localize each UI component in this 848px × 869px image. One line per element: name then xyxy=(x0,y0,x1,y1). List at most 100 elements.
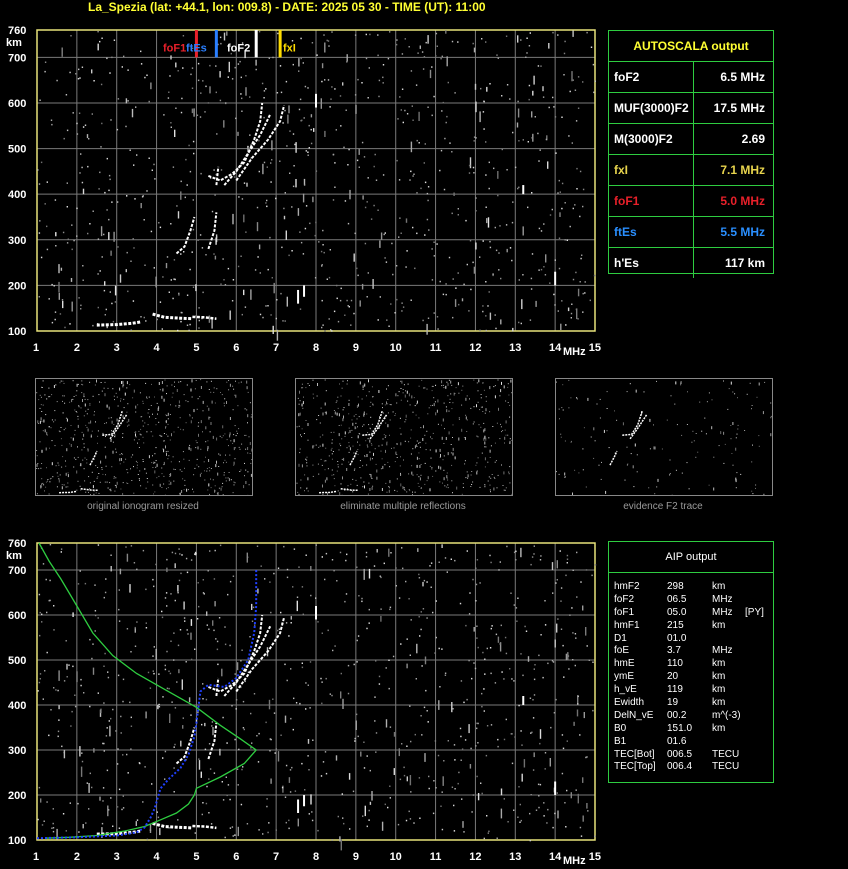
aip-value: 110 xyxy=(667,658,683,670)
x-tick-label: 2 xyxy=(74,342,80,354)
autoscala-row: M(3000)F2 2.69 xyxy=(609,124,773,155)
aip-value: 19 xyxy=(667,697,679,709)
computed-trace xyxy=(36,570,258,840)
aip-value: 01.0 xyxy=(667,632,687,644)
x-tick-label: 5 xyxy=(193,851,199,863)
x-tick-label: 1 xyxy=(33,851,39,863)
aip-row: Ewidth 19 km xyxy=(609,697,773,710)
caption-evidence: evidence F2 trace xyxy=(623,501,703,512)
y-tick-label: 200 xyxy=(8,280,26,292)
aip-flag: [PY] xyxy=(745,606,764,618)
x-tick-label: 14 xyxy=(549,851,562,863)
y-tick-label: 100 xyxy=(8,835,26,847)
aip-row: ymE 20 km xyxy=(609,671,773,684)
autoscala-panel: AUTOSCALA output foF2 6.5 MHz MUF(3000)F2 1… xyxy=(608,30,774,278)
aip-row: B1 01.6 xyxy=(609,736,773,749)
aip-param: DelN_vE xyxy=(614,709,654,721)
thumb-echoes xyxy=(296,379,513,497)
aip-row: D1 01.0 xyxy=(609,633,773,646)
thumb-echoes xyxy=(556,379,772,496)
aip-unit: km xyxy=(712,722,726,734)
aip-row: B0 151.0 km xyxy=(609,723,773,736)
y-tick-label: 400 xyxy=(8,189,26,201)
marker-label: foF2 xyxy=(227,42,250,54)
x-tick-label: 13 xyxy=(509,342,521,354)
marker-label: foF1 xyxy=(163,42,186,54)
aip-param: foF1 xyxy=(614,606,635,618)
aip-value: 20 xyxy=(667,671,679,683)
x-unit-label: MHz xyxy=(563,346,586,356)
aip-row: foF1 05.0 MHz [PY] xyxy=(609,607,773,620)
x-tick-label: 15 xyxy=(589,851,601,863)
echo-traces xyxy=(96,606,557,836)
autoscala-row: foF1 5.0 MHz xyxy=(609,186,773,217)
autoscala-value: 2.69 xyxy=(741,132,765,146)
autoscala-label: foF2 xyxy=(614,70,640,84)
aip-unit: MHz xyxy=(712,645,733,657)
aip-unit: km xyxy=(712,684,726,696)
aip-unit: MHz xyxy=(712,593,733,605)
autoscala-value: 5.0 MHz xyxy=(720,194,765,208)
autoscala-label: h'Es xyxy=(614,256,639,270)
y-tick-label: 700 xyxy=(8,52,26,64)
aip-param: TEC[Bot] xyxy=(614,748,655,760)
echo-traces xyxy=(96,93,557,327)
thumb-eliminate xyxy=(295,378,513,497)
autoscala-row: foF2 6.5 MHz xyxy=(609,62,773,93)
aip-unit: km xyxy=(712,658,726,670)
x-tick-label: 9 xyxy=(353,851,359,863)
autoscala-label: ftEs xyxy=(614,225,637,239)
x-tick-label: 6 xyxy=(233,342,239,354)
aip-unit: km xyxy=(712,697,726,709)
autoscala-label: M(3000)F2 xyxy=(614,132,673,146)
autoscala-label: MUF(3000)F2 xyxy=(614,101,689,115)
aip-row: TEC[Top] 006.4 TECU xyxy=(609,761,773,774)
aip-param: foE xyxy=(614,645,630,657)
aip-param: B0 xyxy=(614,722,627,734)
x-tick-label: 11 xyxy=(430,851,442,863)
aip-row: TEC[Bot] 006.5 TECU xyxy=(609,749,773,762)
autoscala-value: 17.5 MHz xyxy=(713,101,765,115)
aip-row: DelN_vE 00.2 m^(-3) xyxy=(609,710,773,723)
y-tick-label: 700 xyxy=(8,565,26,577)
autoscala-row: ftEs 5.5 MHz xyxy=(609,217,773,248)
aip-param: hmF1 xyxy=(614,619,640,631)
x-tick-label: 3 xyxy=(114,342,120,354)
x-tick-label: 11 xyxy=(430,342,442,354)
aip-param: foF2 xyxy=(614,593,635,605)
y-tick-label: 600 xyxy=(8,98,26,110)
y-tick-label: 100 xyxy=(8,326,26,338)
aip-param: hmF2 xyxy=(614,581,640,592)
aip-row: hmF2 298 km xyxy=(609,581,773,594)
x-unit-label: MHz xyxy=(563,855,586,867)
aip-unit: m^(-3) xyxy=(712,709,741,721)
aip-unit: TECU xyxy=(712,748,740,760)
aip-param: TEC[Top] xyxy=(614,761,656,773)
aip-value: 215 xyxy=(667,619,684,631)
noise-echoes xyxy=(37,543,597,851)
y-tick-label: 600 xyxy=(8,610,26,622)
autoscala-value: 5.5 MHz xyxy=(720,225,765,239)
x-tick-label: 12 xyxy=(469,342,481,354)
marker-label: ftEs xyxy=(186,42,207,54)
aip-param: B1 xyxy=(614,735,627,747)
x-tick-label: 3 xyxy=(114,851,120,863)
caption-eliminate: eliminate multiple reflections xyxy=(340,501,466,512)
x-tick-label: 4 xyxy=(154,342,161,354)
y-tick-label: 300 xyxy=(8,235,26,247)
header-title: La_Spezia (lat: +44.1, lon: 009.8) - DAT… xyxy=(88,0,486,14)
thumb-echoes xyxy=(36,379,253,496)
aip-value: 119 xyxy=(667,684,683,696)
aip-value: 06.5 xyxy=(667,593,687,605)
x-tick-label: 8 xyxy=(313,851,319,863)
x-tick-label: 1 xyxy=(33,342,39,354)
aip-row: foF2 06.5 MHz xyxy=(609,594,773,607)
x-tick-label: 13 xyxy=(509,851,521,863)
y-tick-label: 200 xyxy=(8,790,26,802)
aip-param: D1 xyxy=(614,632,627,644)
autoscala-row: fxI 7.1 MHz xyxy=(609,155,773,186)
ionogram-profile: 760700600500400300200100km1 2 3 4 5 6 7 8 9 10 11 1… xyxy=(6,538,601,867)
caption-original: original ionogram resized xyxy=(87,501,199,512)
axis-labels: 760700600500400300200100km1 2 3 4 5 6 7 8 9 10 11 1… xyxy=(6,25,601,356)
autoscala-title: AUTOSCALA output xyxy=(609,31,773,62)
